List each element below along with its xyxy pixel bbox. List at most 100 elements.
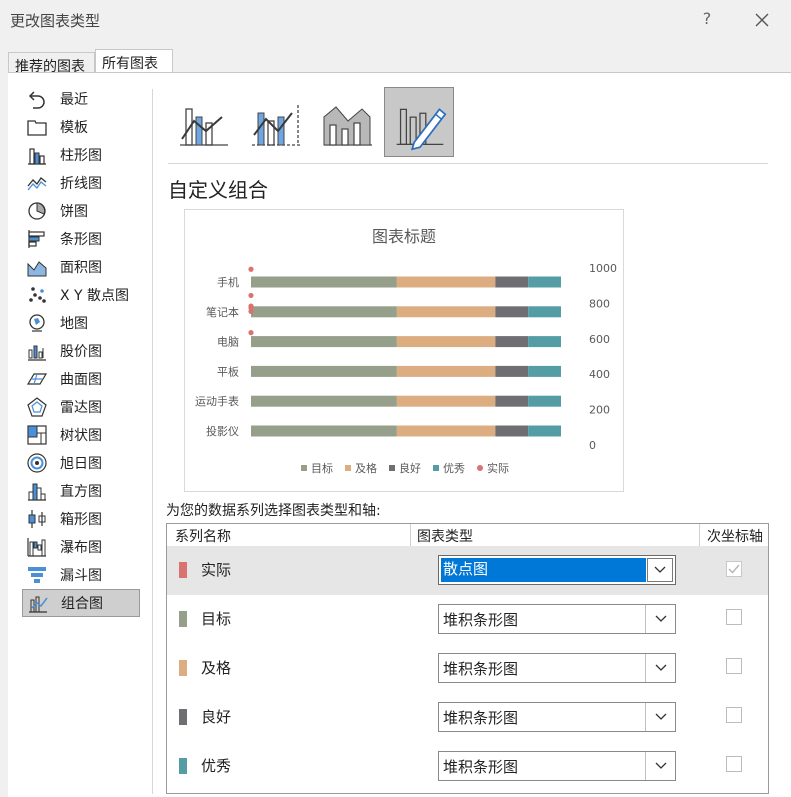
series-color-swatch [179,562,187,578]
dropdown-value: 堆积条形图 [443,709,519,727]
nav-item-histogram[interactable]: 直方图 [22,477,140,505]
combo-chart-icon [27,592,49,614]
category-label: 笔记本 [206,305,239,319]
category-label: 投影仪 [206,424,239,438]
secondary-axis-tick-label: 600 [589,333,610,346]
nav-item-area[interactable]: 面积图 [22,253,140,281]
legend-label: 优秀 [443,462,465,475]
bar-segment [528,365,561,377]
series-type-table: 系列名称 图表类型 次坐标轴 实际 散点图 目标 堆积条形图 及格 堆积条形图 … [166,523,769,794]
subtype-clustered-column-line[interactable] [168,87,238,157]
nav-label: X Y 散点图 [60,288,130,304]
help-button[interactable]: ? [697,9,717,31]
secondary-axis-tick-label: 200 [589,404,610,417]
nav-item-sunburst[interactable]: 旭日图 [22,449,140,477]
chart-type-dropdown[interactable]: 堆积条形图 [438,702,676,732]
nav-item-line[interactable]: 折线图 [22,169,140,197]
map-chart-icon [26,312,48,334]
nav-item-bar[interactable]: 条形图 [22,225,140,253]
subtype-stacked-area-column[interactable] [312,87,382,157]
scatter-point [248,292,254,299]
nav-label: 地图 [60,316,88,332]
funnel-chart-icon [26,564,48,586]
nav-item-scatter[interactable]: X Y 散点图 [22,281,140,309]
legend-marker [345,465,351,471]
bar-segment [251,425,397,437]
secondary-axis-checkbox[interactable] [726,609,742,625]
nav-label: 树状图 [60,428,102,444]
nav-item-combo[interactable]: 组合图 [22,589,140,617]
nav-item-waterfall[interactable]: 瀑布图 [22,533,140,561]
section-divider [168,163,768,164]
nav-item-templates[interactable]: 模板 [22,113,140,141]
nav-item-map[interactable]: 地图 [22,309,140,337]
tab-recommended-charts[interactable]: 推荐的图表 [8,52,95,75]
nav-label: 直方图 [60,484,102,500]
chart-type-dropdown[interactable]: 堆积条形图 [438,604,676,634]
chart-type-dropdown[interactable]: 堆积条形图 [438,653,676,683]
bar-segment [396,425,496,437]
title-bar: 更改图表类型 ? [0,0,791,40]
legend-label: 实际 [487,461,509,475]
bar-segment [251,276,397,288]
nav-item-recent[interactable]: 最近 [22,85,140,113]
nav-item-stock[interactable]: 股价图 [22,337,140,365]
nav-label: 最近 [60,92,88,108]
nav-item-radar[interactable]: 雷达图 [22,393,140,421]
treemap-chart-icon [26,424,48,446]
subtype-column-line-secondary-axis[interactable] [240,87,310,157]
radar-chart-icon [26,396,48,418]
stacked-area-column-icon [323,106,372,146]
bar-segment [495,276,529,288]
series-row-pass[interactable]: 及格 堆积条形图 [167,644,768,693]
category-label: 电脑 [217,336,239,349]
nav-label: 旭日图 [60,456,102,472]
secondary-axis-checkbox[interactable] [726,756,742,772]
category-label: 手机 [217,275,239,289]
template-folder-icon [26,116,48,138]
tab-all-charts[interactable]: 所有图表 [95,49,173,73]
area-chart-icon [26,256,48,278]
chart-type-dropdown[interactable]: 散点图 [438,555,676,585]
chart-type-dropdown[interactable]: 堆积条形图 [438,751,676,781]
chevron-down-icon [655,713,666,720]
dropdown-arrow[interactable] [647,558,673,582]
col-header-series-name: 系列名称 [175,529,231,545]
sunburst-chart-icon [26,452,48,474]
series-row-excellent[interactable]: 优秀 堆积条形图 [167,742,768,791]
secondary-axis-checkbox[interactable] [726,707,742,723]
secondary-axis-tick-label: 1000 [589,262,617,275]
nav-label: 饼图 [60,204,88,220]
nav-item-treemap[interactable]: 树状图 [22,421,140,449]
dialog-title: 更改图表类型 [10,12,101,30]
secondary-axis-checkbox[interactable] [726,658,742,674]
dropdown-arrow[interactable] [645,654,675,682]
scatter-point [248,330,254,336]
close-button[interactable] [750,8,774,32]
nav-item-pie[interactable]: 饼图 [22,197,140,225]
nav-item-surface[interactable]: 曲面图 [22,365,140,393]
nav-item-funnel[interactable]: 漏斗图 [22,561,140,589]
nav-label: 条形图 [60,232,102,248]
combo-section-title: 自定义组合 [168,178,268,202]
nav-item-column[interactable]: 柱形图 [22,141,140,169]
legend-marker [477,465,483,471]
nav-item-box-whisker[interactable]: 箱形图 [22,505,140,533]
waterfall-chart-icon [26,536,48,558]
series-row-target[interactable]: 目标 堆积条形图 [167,595,768,644]
chart-title: 图表标题 [372,227,436,246]
series-row-actual[interactable]: 实际 散点图 [167,546,768,595]
dropdown-arrow[interactable] [645,605,675,633]
dropdown-arrow[interactable] [645,703,675,731]
dropdown-arrow[interactable] [645,752,675,780]
secondary-axis-checkbox[interactable] [726,561,742,577]
surface-chart-icon [26,368,48,390]
scatter-chart-icon [26,284,48,306]
dropdown-value: 堆积条形图 [443,660,519,678]
nav-label: 瀑布图 [60,540,102,556]
series-row-good[interactable]: 良好 堆积条形图 [167,693,768,742]
bar-segment [396,336,496,348]
subtype-custom-combination[interactable] [384,87,454,157]
bar-segment [251,365,397,377]
bar-segment [251,306,397,318]
